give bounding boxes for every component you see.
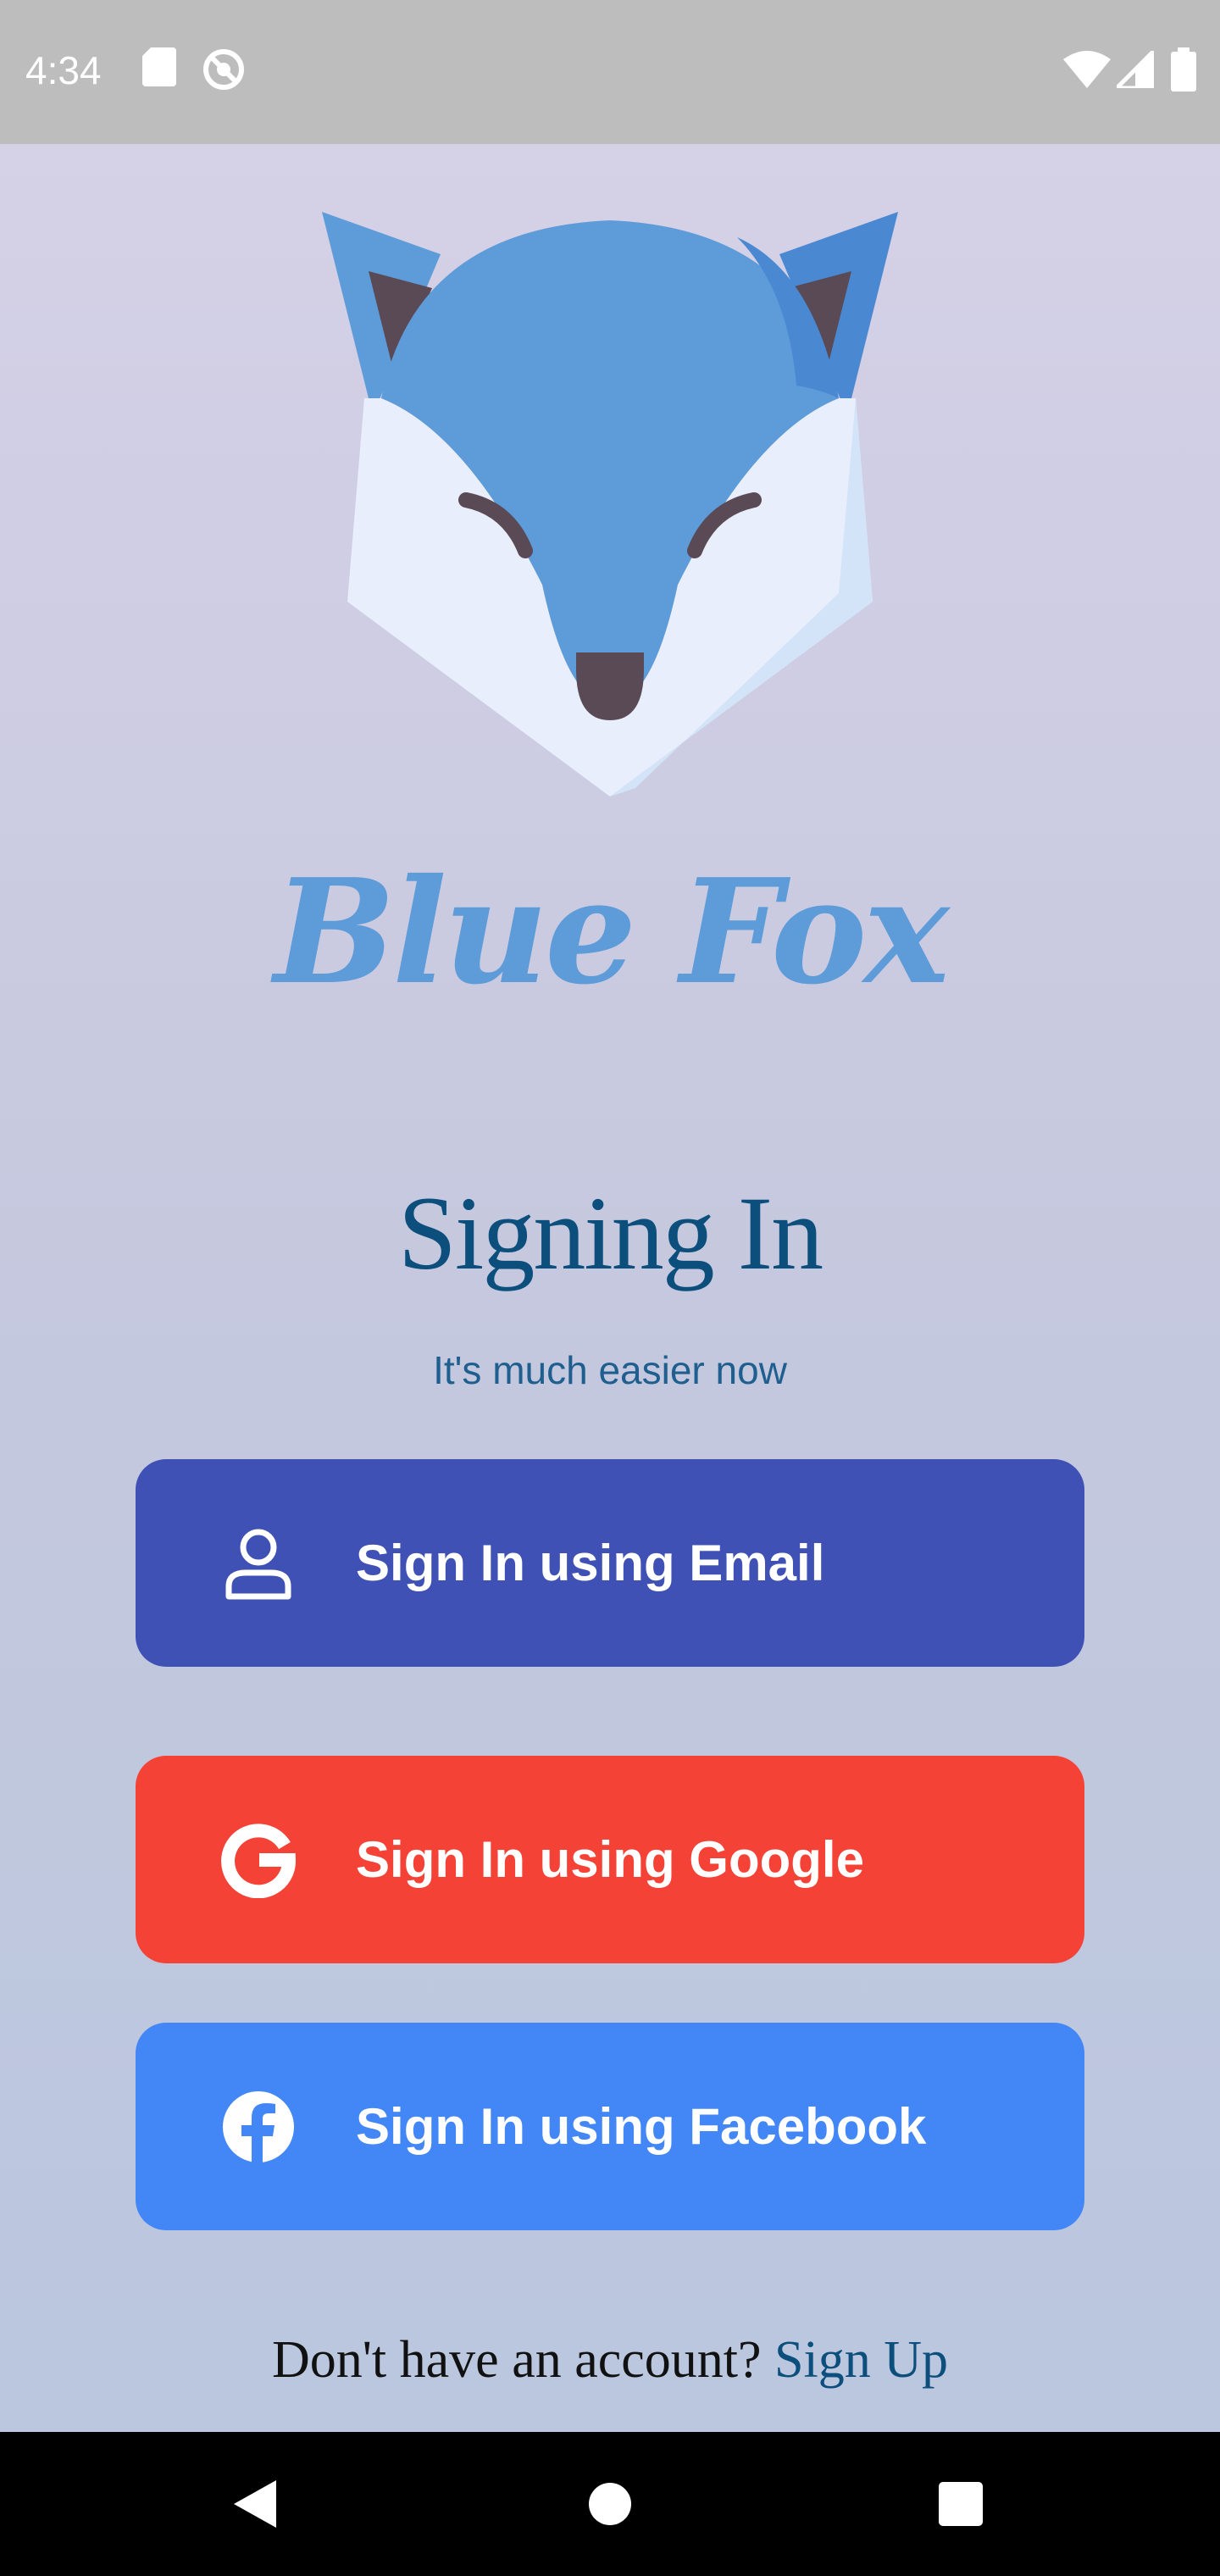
page-subtitle: It's much easier now bbox=[433, 1348, 787, 1392]
sign-up-link[interactable]: Sign Up bbox=[774, 2331, 948, 2389]
user-icon bbox=[220, 1525, 297, 1602]
signup-prompt: Don't have an account? Sign Up bbox=[0, 2330, 1220, 2390]
brand-name: Blue Fox bbox=[274, 847, 949, 1017]
sign-in-facebook-label: Sign In using Facebook bbox=[356, 2098, 927, 2155]
sign-in-screen: Blue Fox Signing In It's much easier now… bbox=[0, 144, 1220, 2432]
sign-in-email-button[interactable]: Sign In using Email bbox=[136, 1459, 1084, 1667]
page-title: Signing In bbox=[397, 1175, 824, 1291]
google-icon bbox=[220, 1822, 297, 1899]
signup-prompt-text: Don't have an account? bbox=[271, 2331, 762, 2389]
fox-head-logo bbox=[313, 178, 907, 822]
back-icon[interactable] bbox=[220, 2470, 288, 2538]
wifi-icon bbox=[1063, 51, 1111, 92]
no-disturb-icon bbox=[202, 47, 246, 96]
sign-in-email-label: Sign In using Email bbox=[356, 1535, 825, 1591]
sign-in-google-button[interactable]: Sign In using Google bbox=[136, 1756, 1084, 1963]
recents-icon[interactable] bbox=[927, 2470, 995, 2538]
status-time: 4:34 bbox=[25, 48, 102, 92]
sign-in-facebook-button[interactable]: Sign In using Facebook bbox=[136, 2023, 1084, 2230]
sign-in-google-label: Sign In using Google bbox=[356, 1831, 864, 1888]
facebook-icon bbox=[220, 2089, 297, 2165]
status-bar: 4:34 bbox=[0, 0, 1220, 144]
sd-card-icon bbox=[142, 47, 176, 91]
home-icon[interactable] bbox=[576, 2470, 644, 2538]
navigation-bar bbox=[0, 2432, 1220, 2576]
signal-icon bbox=[1111, 45, 1156, 92]
battery-icon bbox=[1171, 47, 1196, 96]
